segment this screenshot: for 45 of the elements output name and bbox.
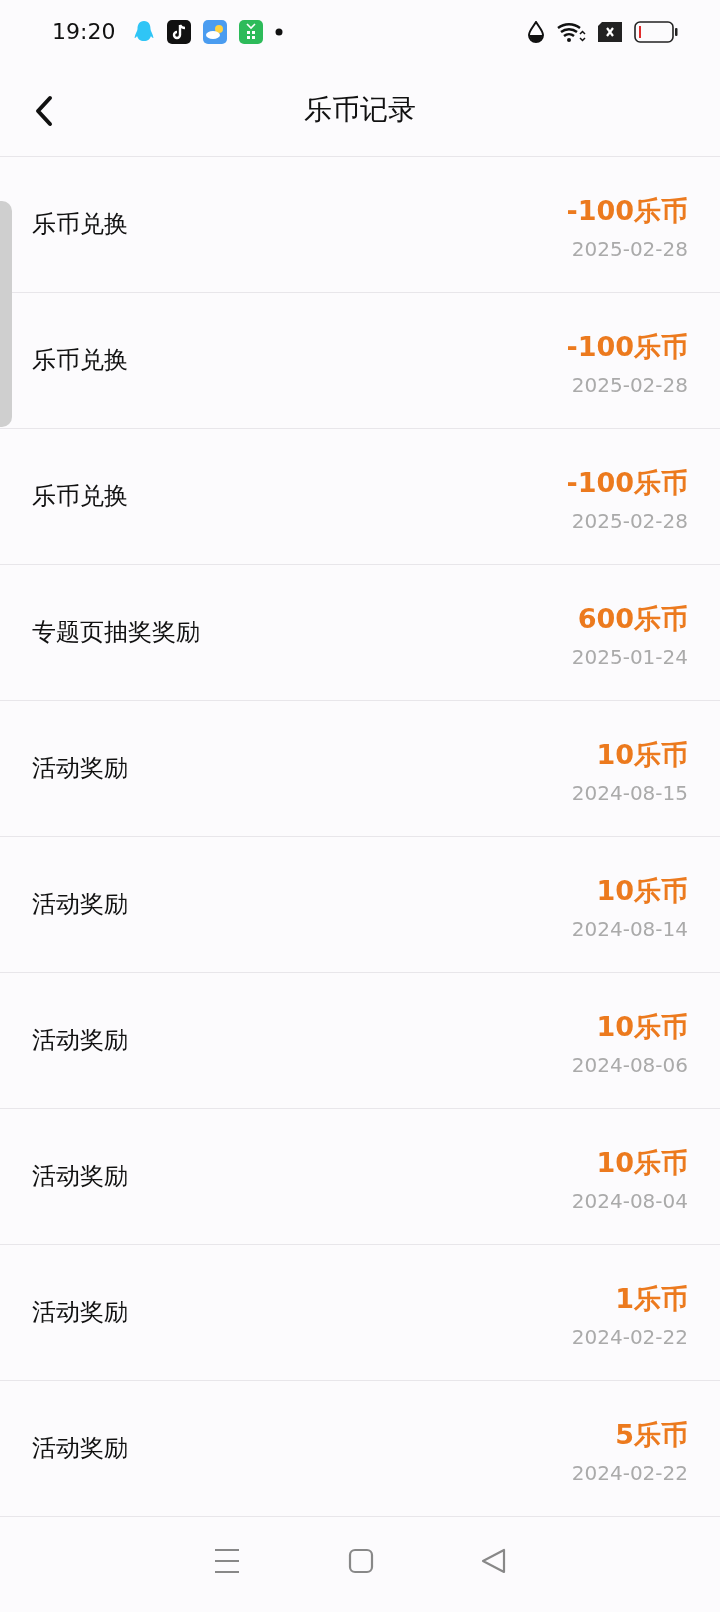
record-title: 活动奖励: [32, 1161, 128, 1193]
record-title: 活动奖励: [32, 1297, 128, 1329]
record-amount: 1乐币: [615, 1282, 688, 1317]
record-amount: 5乐币: [615, 1418, 688, 1453]
record-date: 2024-08-04: [571, 1189, 688, 1214]
record-title: 活动奖励: [32, 1433, 128, 1465]
record-title: 活动奖励: [32, 753, 128, 785]
record-title: 活动奖励: [32, 889, 128, 921]
note-app-icon: [167, 19, 192, 44]
record-date: 2025-02-28: [571, 509, 688, 534]
record-amount: -100乐币: [566, 194, 688, 229]
menu-icon[interactable]: [213, 1548, 242, 1575]
record-amount: -100乐币: [566, 330, 688, 365]
record-date: 2025-02-28: [571, 373, 688, 398]
record-title: 活动奖励: [32, 1025, 128, 1057]
record-amount: 10乐币: [596, 874, 688, 909]
side-handle[interactable]: [0, 200, 12, 427]
home-icon[interactable]: [348, 1548, 374, 1575]
wifi-icon: [556, 20, 586, 43]
record-title: 专题页抽奖奖励: [32, 617, 200, 649]
record-date: 2024-08-15: [571, 781, 688, 806]
status-time: 19:20: [52, 19, 116, 45]
record-amount: 10乐币: [596, 1010, 688, 1045]
record-title: 乐币兑换: [32, 481, 128, 513]
record-amount: 600乐币: [577, 602, 688, 637]
record-date: 2024-02-22: [571, 1461, 688, 1486]
weather-icon: [203, 19, 228, 44]
record-date: 2025-01-24: [571, 645, 688, 670]
bag-icon: [239, 19, 264, 44]
record-date: 2024-08-14: [571, 917, 688, 942]
record-amount: -100乐币: [566, 466, 688, 501]
battery-icon: [634, 20, 678, 43]
penguin-icon: [133, 19, 156, 44]
page-title: 乐币记录: [304, 91, 416, 128]
drop-icon: [528, 20, 544, 43]
dot-icon: [275, 27, 284, 36]
record-date: 2025-02-28: [571, 237, 688, 262]
back-icon[interactable]: [480, 1548, 507, 1575]
record-title: 乐币兑换: [32, 209, 128, 241]
record-date: 2024-02-22: [571, 1325, 688, 1350]
sim-x-icon: [598, 21, 622, 42]
record-amount: 10乐币: [596, 738, 688, 773]
record-date: 2024-08-06: [571, 1053, 688, 1078]
record-title: 乐币兑换: [32, 345, 128, 377]
record-amount: 10乐币: [596, 1146, 688, 1181]
